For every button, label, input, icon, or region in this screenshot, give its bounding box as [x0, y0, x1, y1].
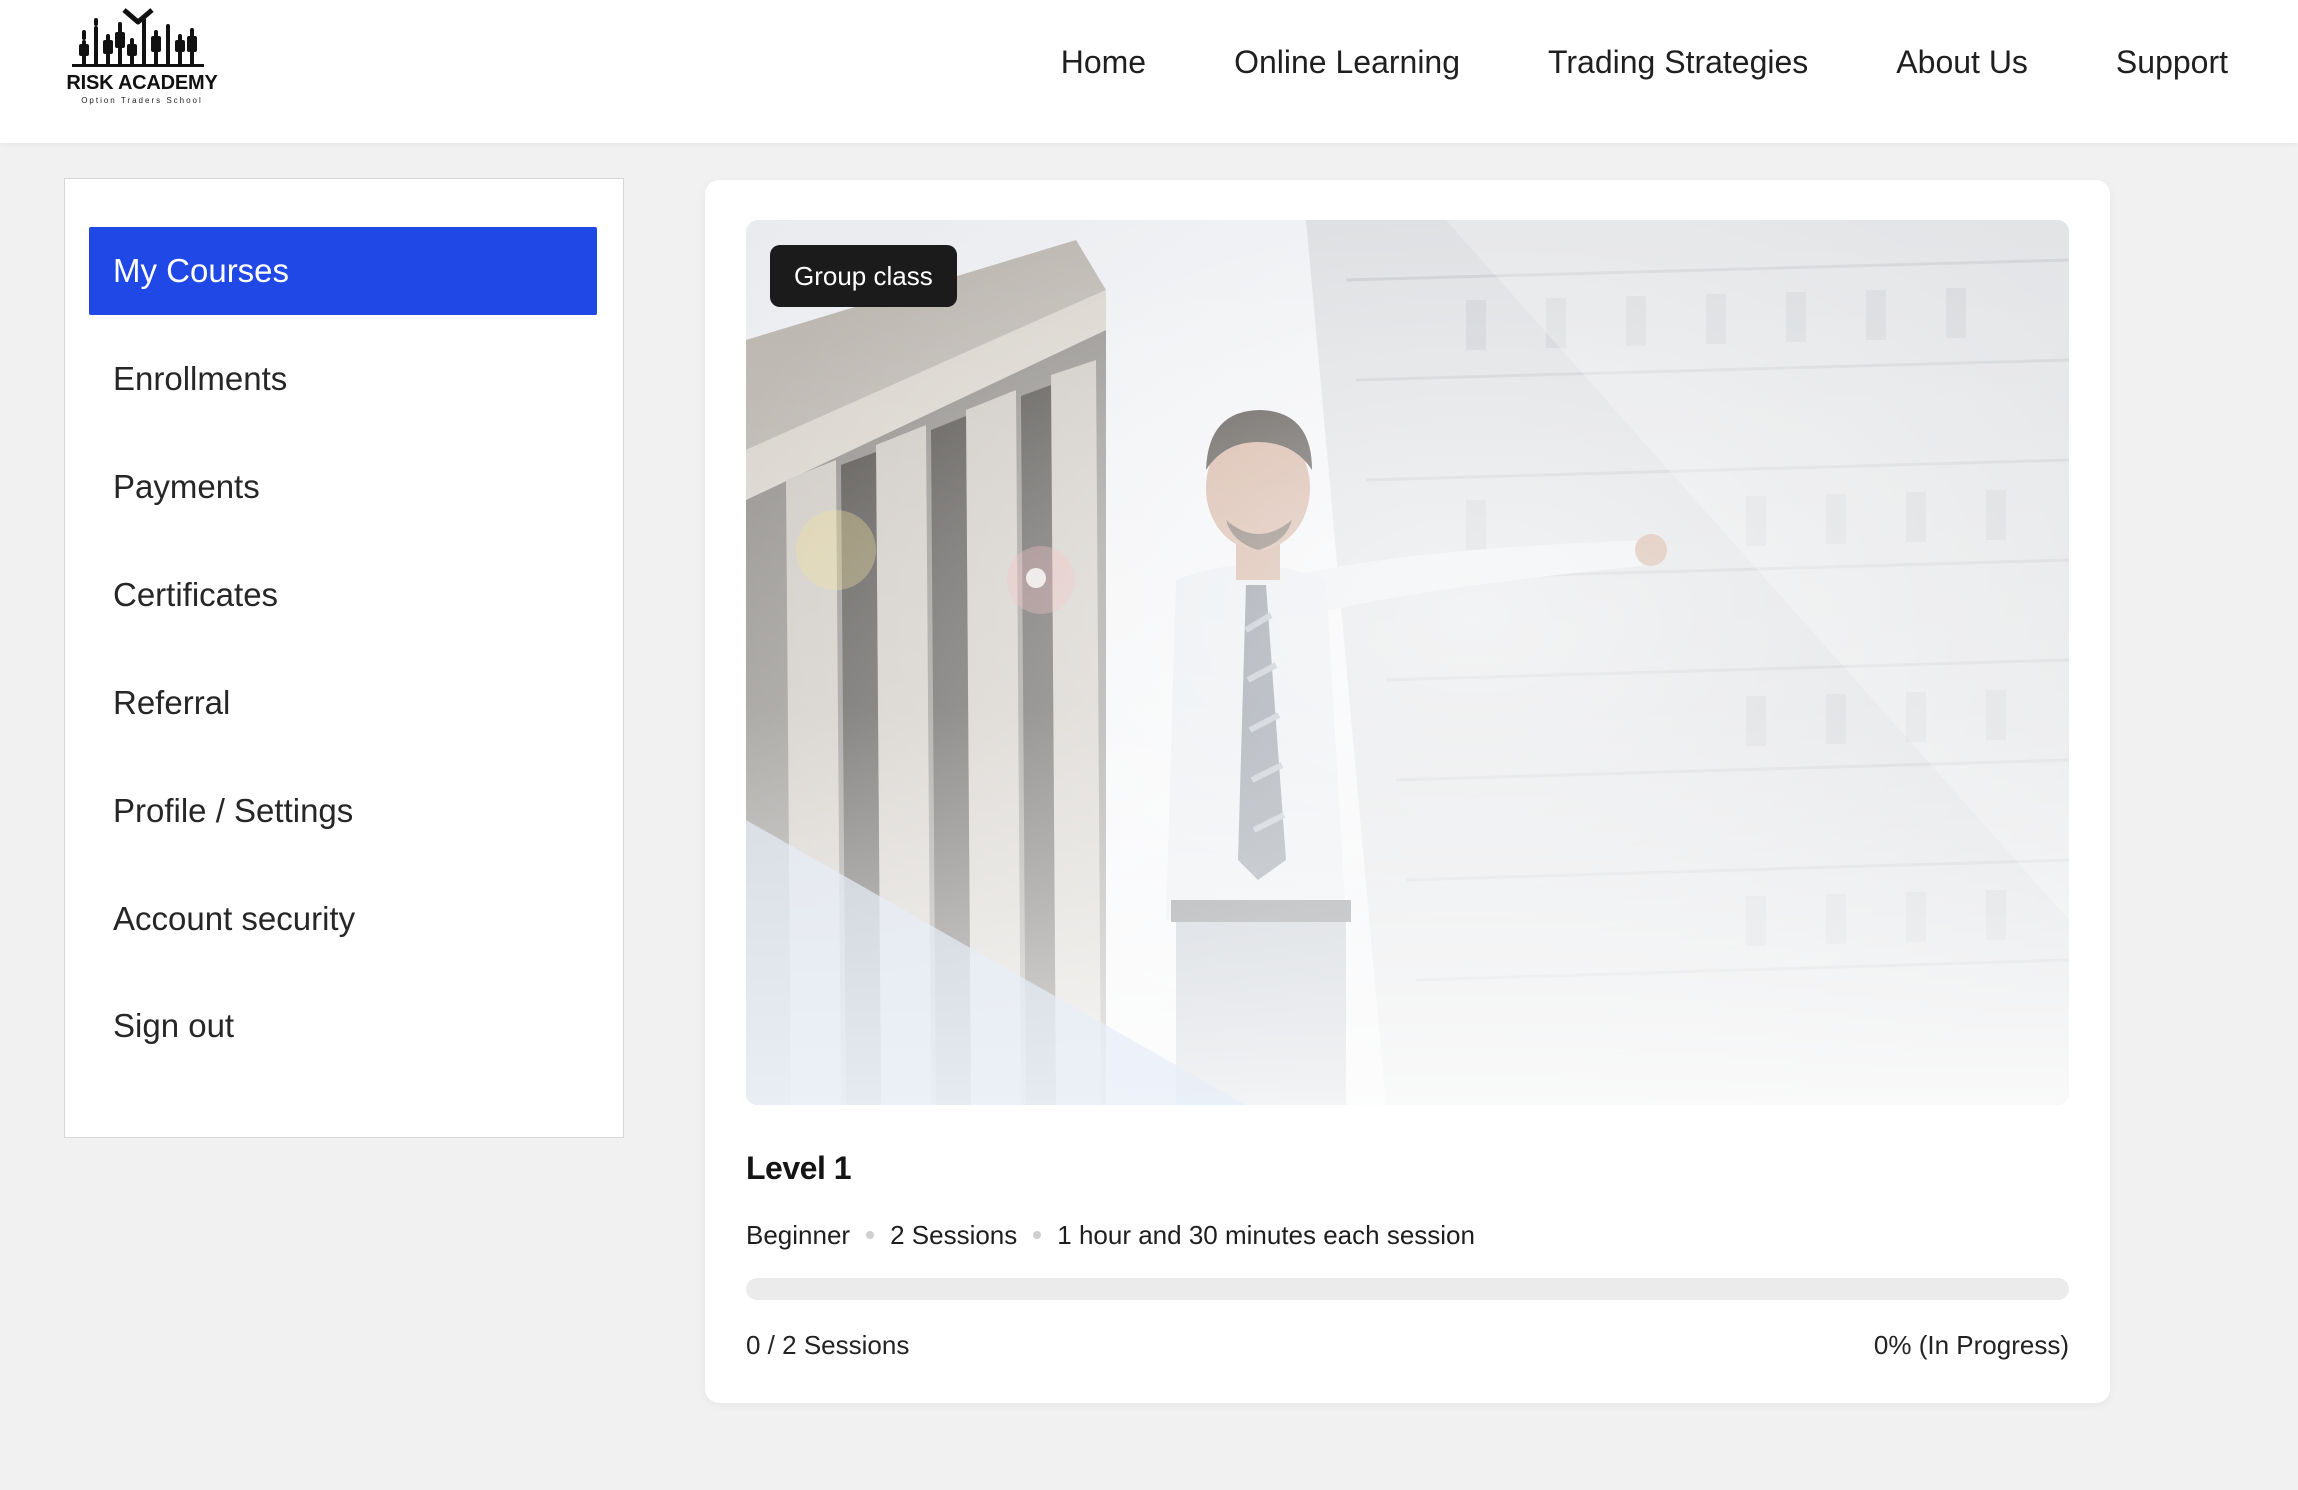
course-hero-illustration — [746, 220, 2069, 1105]
nav-online-learning[interactable]: Online Learning — [1234, 44, 1460, 81]
course-session-duration: 1 hour and 30 minutes each session — [1057, 1219, 1475, 1250]
sidebar-item-enrollments[interactable]: Enrollments — [89, 335, 597, 423]
course-level: Beginner — [746, 1219, 851, 1250]
course-meta: Beginner 2 Sessions 1 hour and 30 minute… — [746, 1215, 1475, 1255]
nav-about-us[interactable]: About Us — [1896, 44, 2028, 81]
sidebar-item-referral[interactable]: Referral — [89, 659, 597, 747]
progress-status: 0% (In Progress) — [1873, 1330, 2069, 1360]
sidebar-item-certificates[interactable]: Certificates — [89, 551, 597, 639]
course-title[interactable]: Level 1 — [746, 1150, 852, 1187]
brand-tagline: Option Traders School — [81, 96, 203, 105]
course-session-count: 2 Sessions — [890, 1219, 1018, 1250]
nav-home[interactable]: Home — [1061, 44, 1146, 81]
course-card[interactable]: Group class Level 1 Beginner 2 Sessions … — [705, 180, 2110, 1403]
course-progress-bar — [746, 1278, 2069, 1300]
sidebar-item-payments[interactable]: Payments — [89, 443, 597, 531]
dot-separator-icon — [866, 1231, 875, 1239]
course-image[interactable]: Group class — [746, 220, 2069, 1105]
group-class-badge: Group class — [770, 245, 957, 307]
sidebar-item-profile-settings[interactable]: Profile / Settings — [89, 767, 597, 855]
sidebar-item-sign-out[interactable]: Sign out — [89, 982, 597, 1070]
nav-trading-strategies[interactable]: Trading Strategies — [1548, 44, 1808, 81]
site-header: RISK ACADEMY Option Traders School Home … — [0, 0, 2298, 143]
sidebar-item-account-security[interactable]: Account security — [89, 875, 597, 963]
main-nav: Home Online Learning Trading Strategies … — [1061, 38, 2228, 86]
brand-logo[interactable]: RISK ACADEMY Option Traders School — [62, 6, 222, 106]
nav-support[interactable]: Support — [2116, 44, 2228, 81]
account-sidebar: My Courses Enrollments Payments Certific… — [64, 178, 624, 1138]
sidebar-item-my-courses[interactable]: My Courses — [89, 227, 597, 315]
risk-academy-logo-icon — [72, 8, 204, 67]
sessions-completed: 0 / 2 Sessions — [746, 1330, 910, 1360]
brand-name: RISK ACADEMY — [66, 72, 218, 94]
dot-separator-icon — [1033, 1231, 1042, 1239]
